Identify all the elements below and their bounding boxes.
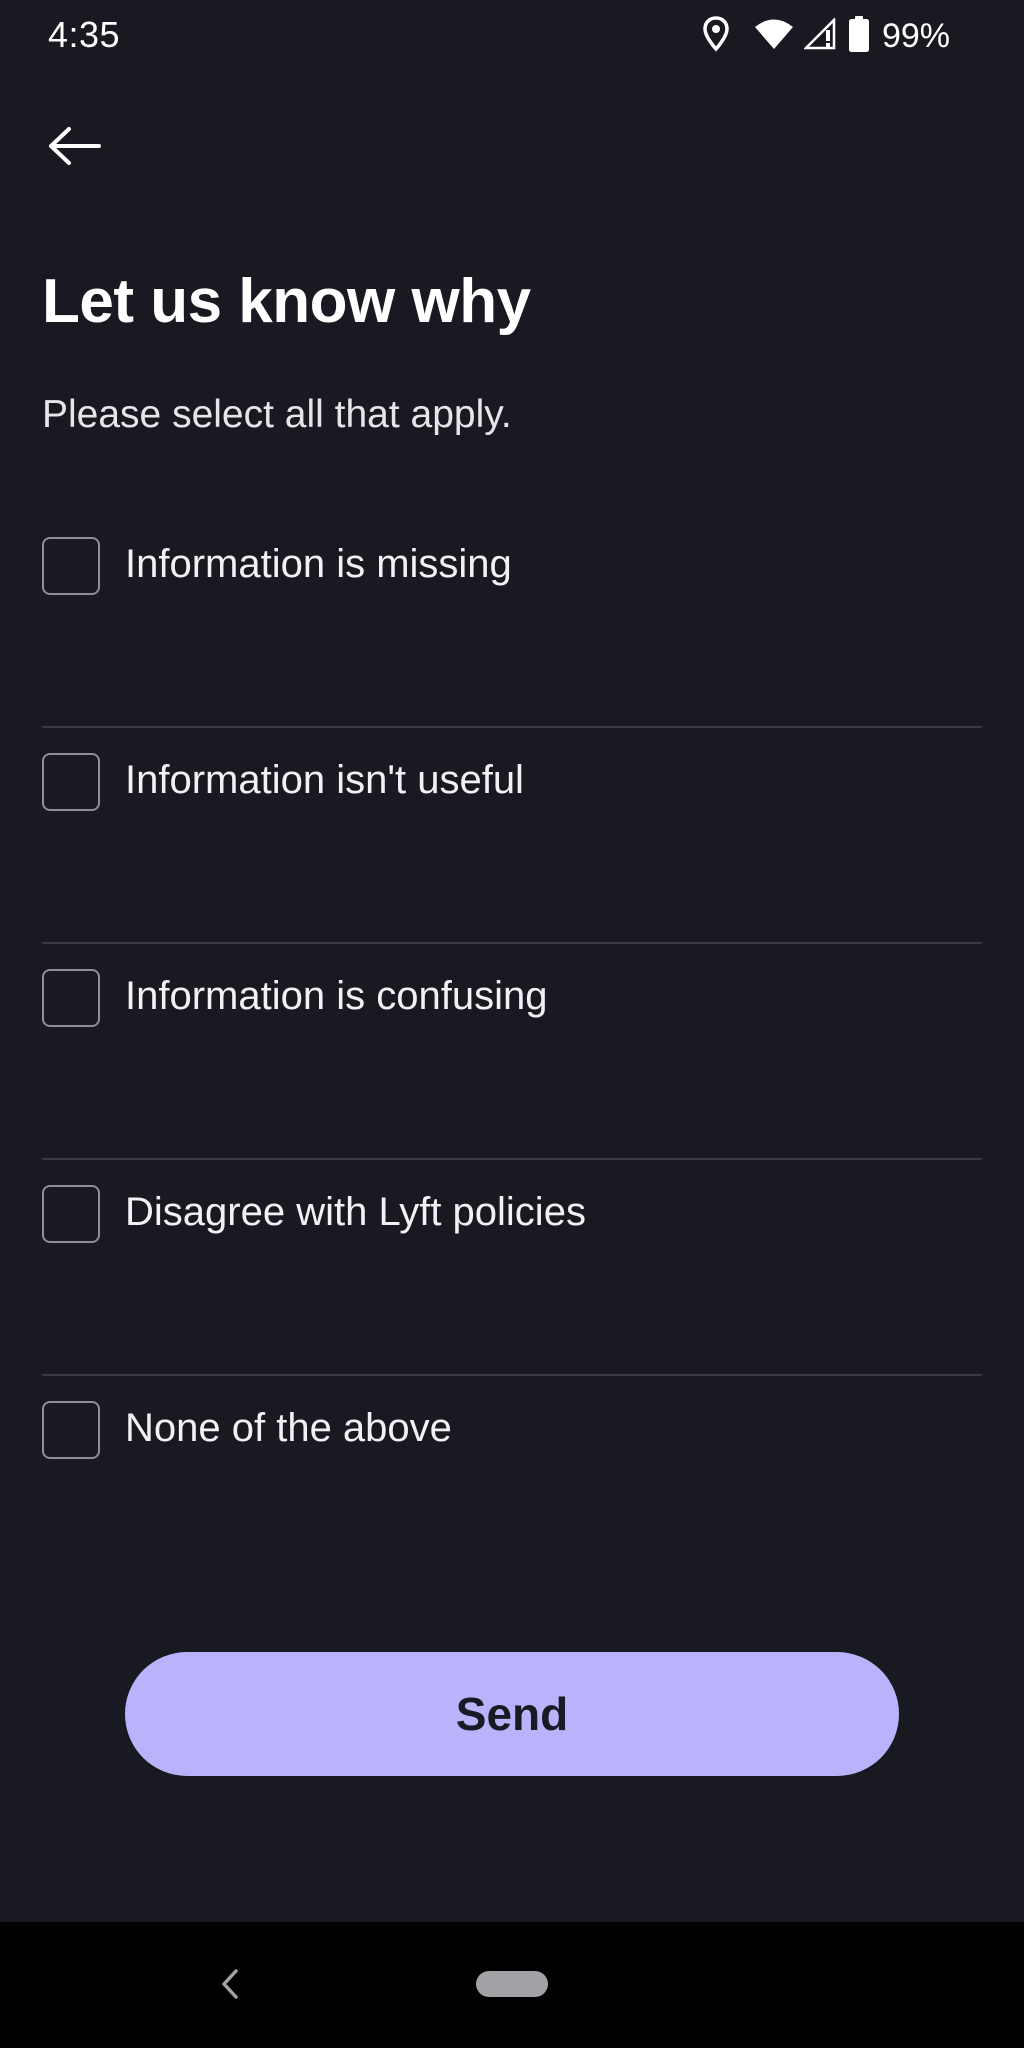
screen: 4:35 99% Let us know why Please select a… xyxy=(0,0,1024,2048)
checkbox[interactable] xyxy=(42,753,100,811)
option-label: Information is confusing xyxy=(125,974,548,1018)
wifi-icon xyxy=(754,18,794,55)
option-label: Information is missing xyxy=(125,542,512,586)
checkbox[interactable] xyxy=(42,1401,100,1459)
status-time: 4:35 xyxy=(48,14,121,55)
home-pill-icon[interactable] xyxy=(476,1971,548,1997)
option-label: Information isn't useful xyxy=(125,758,524,802)
status-icons: 99% xyxy=(702,15,950,57)
option-none-of-the-above[interactable]: None of the above xyxy=(42,1376,982,1592)
nav-back-button[interactable] xyxy=(210,1962,250,2006)
option-disagree-policies[interactable]: Disagree with Lyft policies xyxy=(42,1160,982,1376)
checkbox[interactable] xyxy=(42,1185,100,1243)
option-label: Disagree with Lyft policies xyxy=(125,1190,586,1234)
option-information-confusing[interactable]: Information is confusing xyxy=(42,944,982,1160)
option-information-missing[interactable]: Information is missing xyxy=(42,512,982,728)
page-title: Let us know why xyxy=(42,267,531,336)
status-bar: 4:35 99% xyxy=(0,0,1024,72)
send-button[interactable]: Send xyxy=(125,1652,899,1776)
battery-icon xyxy=(848,15,870,57)
nav-bar xyxy=(0,1922,1024,2048)
checkbox[interactable] xyxy=(42,969,100,1027)
battery-percent: 99% xyxy=(881,16,950,55)
options-list: Information is missing Information isn't… xyxy=(42,512,982,1592)
back-button[interactable] xyxy=(42,118,106,174)
signal-icon xyxy=(802,16,838,55)
location-icon xyxy=(702,15,730,57)
page-subtitle: Please select all that apply. xyxy=(42,393,512,436)
option-information-not-useful[interactable]: Information isn't useful xyxy=(42,728,982,944)
chevron-left-icon xyxy=(222,1969,238,1999)
checkbox[interactable] xyxy=(42,537,100,595)
option-label: None of the above xyxy=(125,1406,452,1450)
arrow-left-icon xyxy=(49,127,101,165)
